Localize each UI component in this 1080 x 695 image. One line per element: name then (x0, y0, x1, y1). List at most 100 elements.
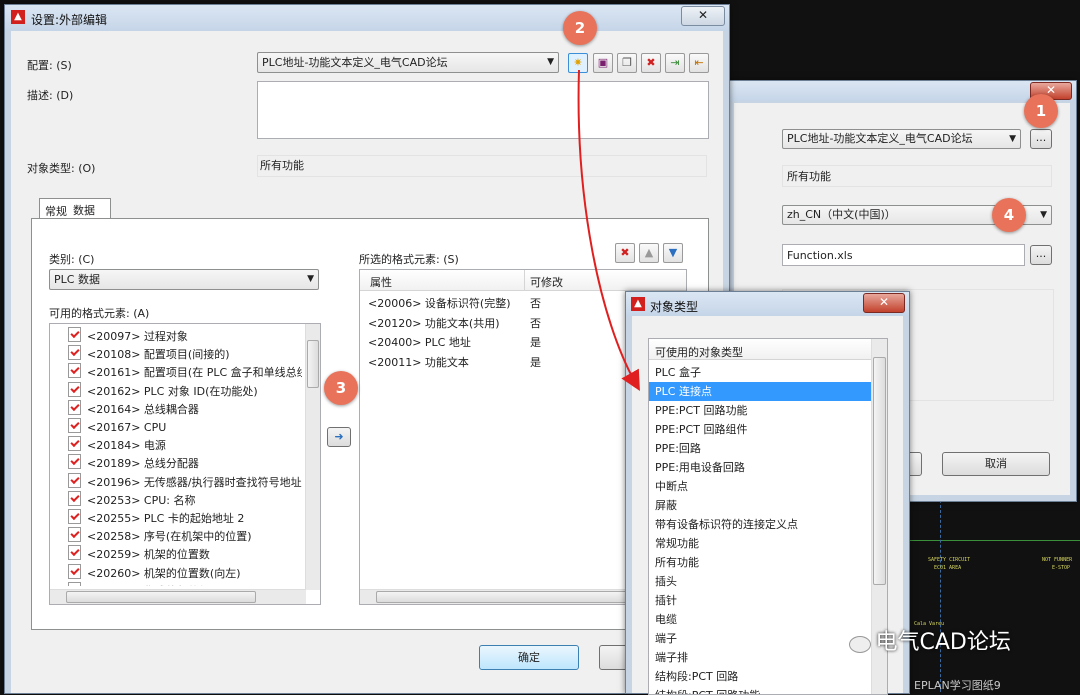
object-type-close-button[interactable]: ✕ (863, 293, 905, 313)
object-type-item[interactable]: PPE:PCT 回路功能 (649, 401, 871, 420)
available-item[interactable]: <20108> 配置项目(间接的) (68, 345, 230, 363)
available-item[interactable]: <20164> 总线耦合器 (68, 399, 199, 418)
object-type-field[interactable]: 所有功能 (257, 155, 707, 177)
ok-button[interactable]: 确定 (479, 645, 579, 670)
export-icon[interactable]: ⇤ (689, 53, 709, 73)
object-type-header-label[interactable]: 可使用的对象类型 (655, 344, 743, 360)
available-hscroll[interactable] (50, 589, 306, 604)
copy-icon[interactable]: ❐ (617, 53, 637, 73)
available-item[interactable]: <20162> PLC 对象 ID(在功能处) (68, 381, 258, 400)
import-icon[interactable]: ⇥ (665, 53, 685, 73)
eplan-app-icon: ▲ (11, 10, 25, 24)
checked-doc-icon (68, 509, 81, 524)
available-item[interactable]: <20289> 集成的部件组 (68, 581, 210, 586)
available-hscroll-thumb[interactable] (66, 591, 256, 603)
checked-doc-icon (68, 327, 81, 342)
object-type-item[interactable]: PPE:用电设备回路 (649, 458, 871, 477)
wechat-bubble-b (849, 636, 871, 653)
object-type-item[interactable]: PLC 连接点 (649, 382, 871, 401)
column-editable[interactable]: 可修改 (530, 274, 563, 290)
save-icon[interactable]: ▣ (593, 53, 613, 73)
back-file-browse-button[interactable]: ... (1030, 245, 1052, 265)
main-close-button[interactable]: ✕ (681, 6, 725, 26)
column-attribute[interactable]: 属性 (370, 274, 392, 290)
object-type-item[interactable]: 中断点 (649, 477, 871, 496)
checked-doc-icon (68, 381, 81, 397)
object-type-item[interactable]: 插头 (649, 572, 871, 591)
back-config-browse-button[interactable]: ... (1030, 129, 1052, 149)
config-value: PLC地址-功能文本定义_电气CAD论坛 (262, 56, 448, 69)
checked-doc-icon (68, 345, 81, 361)
back-object-type: 所有功能 (782, 165, 1052, 187)
object-type-label: 对象类型: (O) (27, 162, 96, 175)
available-item[interactable]: <20196> 无传感器/执行器时查找符号地址 (68, 472, 302, 491)
available-item[interactable]: <20255> PLC 卡的起始地址 2 (68, 509, 244, 527)
available-item[interactable]: <20260> 机架的位置数(向左) (68, 563, 241, 582)
description-field[interactable] (257, 81, 709, 139)
available-item[interactable]: <20184> 电源 (68, 436, 166, 454)
main-dialog: ▲ 设置:外部编辑 ✕ 配置: (S) PLC地址-功能文本定义_电气CAD论坛… (4, 4, 730, 694)
checked-doc-icon (68, 454, 81, 470)
available-item[interactable]: <20167> CPU (68, 418, 166, 436)
object-type-vscroll-thumb[interactable] (873, 357, 886, 585)
object-type-item[interactable]: PPE:PCT 回路组件 (649, 420, 871, 439)
add-arrow-button[interactable]: ➜ (327, 427, 351, 447)
available-vscroll[interactable] (305, 324, 320, 590)
object-type-item[interactable]: PPE:回路 (649, 439, 871, 458)
available-item[interactable]: <20161> 配置项目(在 PLC 盒子和单线总线 (68, 363, 302, 381)
checked-doc-icon (68, 399, 81, 415)
available-item[interactable]: <20259> 机架的位置数 (68, 545, 210, 563)
main-dialog-title: 设置:外部编辑 (31, 13, 108, 27)
watermark: 电气CAD论坛 (838, 624, 1011, 656)
checked-doc-icon (68, 545, 81, 561)
object-type-item[interactable]: PLC 盒子 (649, 363, 871, 382)
cad-background: SAFETY CIRCUIT EC01 AREA NOT FUNNER E-ST… (900, 500, 1080, 692)
available-item[interactable]: <20097> 过程对象 (68, 327, 188, 345)
chevron-down-icon: ▼ (547, 57, 554, 67)
delete-icon[interactable]: ✖ (641, 53, 661, 73)
object-type-item[interactable]: 常规功能 (649, 534, 871, 553)
available-item-label: <20189> 总线分配器 (87, 457, 199, 471)
category-select[interactable]: PLC 数据 ▼ (49, 269, 319, 290)
object-type-item[interactable]: 插针 (649, 591, 871, 610)
checked-doc-icon (68, 418, 81, 433)
object-type-item[interactable]: 结构段:PCT 回路 (649, 667, 871, 686)
available-item[interactable]: <20189> 总线分配器 (68, 454, 199, 472)
object-type-item[interactable]: 所有功能 (649, 553, 871, 572)
step-badge-2: 2 (563, 11, 597, 45)
selected-row-editable: 是 (530, 336, 541, 349)
object-type-item[interactable]: 带有设备标识符的连接定义点 (649, 515, 871, 534)
available-item-label: <20164> 总线耦合器 (87, 402, 199, 416)
available-item-label: <20108> 配置项目(间接的) (87, 348, 230, 362)
selected-row-editable: 否 (530, 316, 541, 330)
cad-line (940, 500, 942, 692)
move-down-icon[interactable]: ▼ (663, 243, 683, 263)
remove-icon[interactable]: ✖ (615, 243, 635, 263)
available-vscroll-thumb[interactable] (307, 340, 319, 388)
new-sun-icon[interactable]: ✷ (568, 53, 588, 73)
config-select[interactable]: PLC地址-功能文本定义_电气CAD论坛 ▼ (257, 52, 559, 73)
chevron-down-icon: ▼ (307, 274, 314, 284)
eplan-app-icon: ▲ (631, 297, 645, 311)
object-type-item[interactable]: 屏蔽 (649, 496, 871, 515)
back-file-field[interactable]: Function.xls (782, 244, 1025, 266)
description-label: 描述: (D) (27, 89, 74, 102)
available-item-label: <20162> PLC 对象 ID(在功能处) (87, 384, 258, 398)
tab-data[interactable]: 数据 (73, 202, 95, 218)
available-item[interactable]: <20258> 序号(在机架中的位置) (68, 527, 252, 545)
available-item-label: <20255> PLC 卡的起始地址 2 (87, 512, 245, 525)
available-tree[interactable]: <20097> 过程对象 <20108> 配置项目(间接的) <20161> 配置项… (49, 323, 321, 605)
available-item-label: <20184> 电源 (87, 439, 166, 453)
back-config-select[interactable]: PLC地址-功能文本定义_电气CAD论坛 ▼ (782, 129, 1021, 149)
cad-text: SAFETY CIRCUIT (928, 557, 971, 563)
tab-general[interactable]: 常规 (45, 203, 67, 219)
selected-row-attribute: <20006> 设备标识符(完整) (368, 297, 511, 310)
move-up-icon[interactable]: ▲ (639, 243, 659, 263)
available-item[interactable]: <20253> CPU: 名称 (68, 490, 196, 509)
available-item-label: <20253> CPU: 名称 (87, 493, 196, 507)
main-titlebar (5, 5, 729, 31)
back-cancel-button[interactable]: 取消 (942, 452, 1050, 476)
selected-row-editable: 是 (530, 355, 541, 369)
wechat-icon (838, 627, 872, 653)
object-type-item[interactable]: 结构段:PCT 回路功能 (649, 686, 871, 694)
